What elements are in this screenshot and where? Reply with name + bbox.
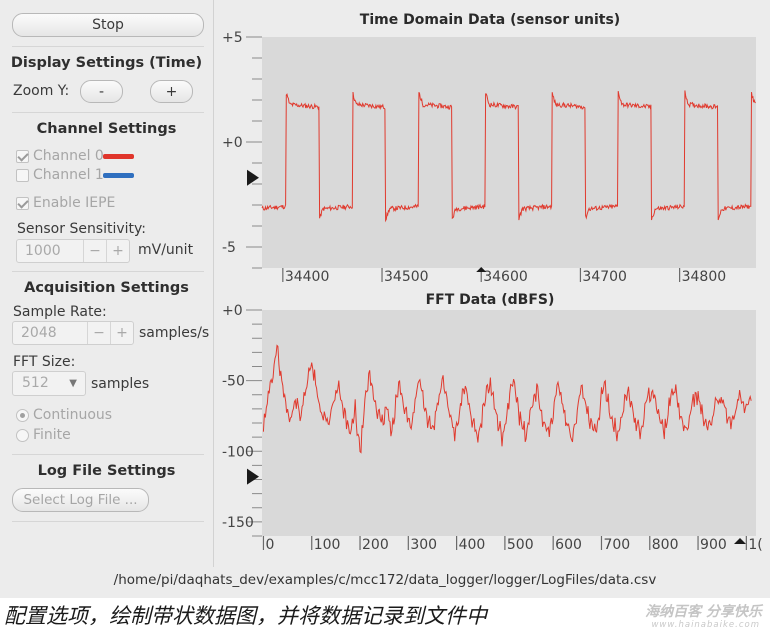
x-tick-label: 600 xyxy=(555,537,582,553)
app-window: Stop Display Settings (Time) Zoom Y: - +… xyxy=(0,0,770,598)
log-file-path: /home/pi/daqhats_dev/examples/c/mcc172/d… xyxy=(113,572,657,588)
x-tick-label: 300 xyxy=(410,537,437,553)
y-tick-label: -50 xyxy=(222,374,245,390)
y-tick-label: -5 xyxy=(222,240,236,256)
plot-background xyxy=(262,310,756,536)
x-tick-label: 200 xyxy=(362,537,389,553)
x-tick-label: 34600 xyxy=(483,269,528,285)
x-tick-label: 0 xyxy=(265,537,274,553)
x-tick-label: 34800 xyxy=(682,269,727,285)
plots-canvas: +5 +0 -5 34400 34500 34600 34700 34800 +0 -50 -100… xyxy=(222,30,763,553)
x-tick-label: 700 xyxy=(603,537,630,553)
y-tick-label: +5 xyxy=(222,30,243,46)
x-tick-label: 34700 xyxy=(582,269,627,285)
axis-handle-icon xyxy=(247,169,259,186)
y-tick-label: +0 xyxy=(222,135,243,151)
x-tick-label: 34400 xyxy=(285,269,330,285)
x-tick-label: 400 xyxy=(459,537,486,553)
x-tick-label: 500 xyxy=(507,537,534,553)
x-tick-label: 900 xyxy=(700,537,727,553)
watermark-url: www.hainabaike.com xyxy=(651,620,760,630)
y-tick-label: -150 xyxy=(222,515,254,531)
watermark: 海纳百客 分享快乐 xyxy=(645,604,762,620)
y-tick-label: -100 xyxy=(222,444,254,460)
x-tick-label: 800 xyxy=(652,537,679,553)
x-tick-label: 1( xyxy=(748,537,762,553)
axis-handle-icon xyxy=(247,468,259,485)
x-tick-label: 100 xyxy=(314,537,341,553)
x-axis-marker-icon xyxy=(734,538,746,544)
x-tick-label: 34500 xyxy=(384,269,429,285)
plot-background xyxy=(262,37,756,268)
y-tick-label: +0 xyxy=(222,303,243,319)
